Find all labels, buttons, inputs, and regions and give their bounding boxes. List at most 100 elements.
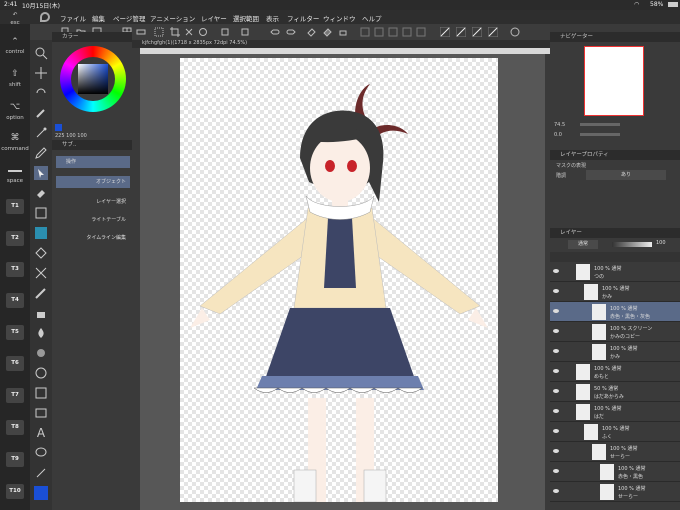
- fill-2-icon[interactable]: [322, 27, 332, 37]
- stamp-icon[interactable]: [338, 27, 348, 37]
- layer-visibility-eye-icon[interactable]: [553, 349, 559, 353]
- layer-row[interactable]: 100 % 通常 かみ: [550, 342, 680, 362]
- layer-row[interactable]: 100 % 通常 せーらー: [550, 442, 680, 462]
- layer-row[interactable]: 100 % 通常 はだ: [550, 402, 680, 422]
- snap-2-icon[interactable]: [374, 27, 384, 37]
- text-tool-icon[interactable]: A: [34, 426, 48, 440]
- layer-row[interactable]: 100 % 通常 めもと: [550, 362, 680, 382]
- menu-file[interactable]: ファイル: [60, 13, 86, 23]
- fill-icon[interactable]: [306, 27, 316, 37]
- canvas-tab[interactable]: kjfchgfgh(1)(1718 x 2835px 72dpi 74.5%): [142, 40, 247, 46]
- sub-tool-object[interactable]: オブジェクト: [56, 176, 130, 188]
- layer-row[interactable]: 100 % 通常 かみ: [550, 282, 680, 302]
- shift-key[interactable]: shift: [0, 82, 30, 88]
- opacity-slider[interactable]: [612, 242, 652, 247]
- correction-icon[interactable]: [34, 466, 48, 480]
- transform-2-icon[interactable]: [240, 27, 250, 37]
- t4-key[interactable]: T4: [6, 293, 24, 308]
- sub-tool-timeline[interactable]: タイムライン編集: [56, 232, 130, 244]
- opacity-value[interactable]: 100: [656, 240, 666, 246]
- layer-row[interactable]: 100 % 通常 赤色・黒色・灰色: [550, 302, 680, 322]
- zoom-value[interactable]: 74.5: [554, 122, 565, 128]
- display-select[interactable]: あり: [586, 170, 666, 180]
- menu-layer[interactable]: レイヤー: [201, 13, 227, 23]
- layer-move-icon[interactable]: [34, 206, 48, 220]
- eraser-icon[interactable]: [34, 186, 48, 200]
- t9-key[interactable]: T9: [6, 452, 24, 467]
- t7-key[interactable]: T7: [6, 388, 24, 403]
- ruler-snap-4-icon[interactable]: [488, 27, 498, 37]
- crop-icon[interactable]: [170, 27, 180, 37]
- zoom-tool-icon[interactable]: [34, 46, 48, 60]
- blend-tool-icon[interactable]: [34, 326, 48, 340]
- layer-visibility-eye-icon[interactable]: [553, 469, 559, 473]
- move-tool-icon[interactable]: [34, 66, 48, 80]
- balloon-icon[interactable]: [34, 406, 48, 420]
- layer-row[interactable]: 100 % スクリーン かみのコピー: [550, 322, 680, 342]
- t8-key[interactable]: T8: [6, 420, 24, 435]
- fill-tool-icon[interactable]: [34, 246, 48, 260]
- drawing-canvas[interactable]: [180, 58, 498, 503]
- layer-visibility-eye-icon[interactable]: [553, 389, 559, 393]
- navigator-preview[interactable]: [584, 46, 644, 116]
- menu-help[interactable]: ヘルプ: [362, 13, 382, 23]
- t2-key[interactable]: T2: [6, 231, 24, 246]
- option-key[interactable]: option: [0, 115, 30, 121]
- layer-visibility-eye-icon[interactable]: [553, 289, 559, 293]
- redo-icon[interactable]: [286, 27, 296, 37]
- menu-edit[interactable]: 編集: [92, 13, 105, 23]
- layer-row[interactable]: 100 % 通常 つの: [550, 262, 680, 282]
- t3-key[interactable]: T3: [6, 262, 24, 277]
- snap-icon[interactable]: [360, 27, 370, 37]
- snap-4-icon[interactable]: [402, 27, 412, 37]
- object-select-icon[interactable]: [34, 166, 48, 180]
- ruler-snap-2-icon[interactable]: [456, 27, 466, 37]
- magic-wand-icon[interactable]: [34, 126, 48, 140]
- t5-key[interactable]: T5: [6, 325, 24, 340]
- brush-icon[interactable]: [34, 306, 48, 320]
- layer-visibility-eye-icon[interactable]: [553, 449, 559, 453]
- menu-window[interactable]: ウィンドウ: [323, 13, 356, 23]
- sub-tool-operation[interactable]: 操作: [56, 156, 130, 168]
- ruler-snap-3-icon[interactable]: [472, 27, 482, 37]
- t10-key[interactable]: T10: [6, 484, 24, 499]
- snap-3-icon[interactable]: [388, 27, 398, 37]
- rotate-tool-icon[interactable]: [34, 86, 48, 100]
- menu-page[interactable]: ページ管理: [113, 13, 145, 23]
- t1-key[interactable]: T1: [6, 199, 24, 214]
- layer-row[interactable]: 100 % 通常 せーらー: [550, 482, 680, 502]
- layer-visibility-eye-icon[interactable]: [553, 489, 559, 493]
- saturation-value-square[interactable]: [78, 64, 108, 94]
- control-key[interactable]: control: [0, 49, 30, 55]
- menu-animation[interactable]: アニメーション: [150, 13, 195, 23]
- layer-visibility-eye-icon[interactable]: [553, 369, 559, 373]
- snap-5-icon[interactable]: [416, 27, 426, 37]
- airbrush-icon[interactable]: [34, 346, 48, 360]
- esc-key[interactable]: esc: [0, 20, 30, 26]
- angle-value[interactable]: 0.0: [554, 132, 562, 138]
- space-key[interactable]: space: [0, 178, 30, 184]
- main-color-swatch[interactable]: [34, 486, 48, 500]
- layer-row[interactable]: 100 % 通常 ふく: [550, 422, 680, 442]
- menu-selection[interactable]: 選択範囲: [233, 13, 259, 23]
- selection-icon[interactable]: [154, 27, 164, 37]
- figure-tool-icon[interactable]: [34, 266, 48, 280]
- t6-key[interactable]: T6: [6, 356, 24, 371]
- eyedropper-icon[interactable]: [34, 106, 48, 120]
- app-logo-icon[interactable]: [40, 12, 50, 22]
- sub-tool-layer-select[interactable]: レイヤー選択: [56, 196, 130, 208]
- layer-visibility-eye-icon[interactable]: [553, 429, 559, 433]
- sub-tool-light-table[interactable]: ライトテーブル: [56, 214, 130, 226]
- pencil-icon[interactable]: [34, 286, 48, 300]
- speech-balloon-icon[interactable]: [34, 446, 48, 460]
- transform-icon[interactable]: [220, 27, 230, 37]
- layer-visibility-eye-icon[interactable]: [553, 269, 559, 273]
- layer-row[interactable]: 100 % 通常 赤色・黒色: [550, 462, 680, 482]
- color-blend-icon[interactable]: [34, 226, 48, 240]
- current-color-chip[interactable]: [55, 124, 62, 131]
- blend-mode-select[interactable]: 通常: [568, 240, 598, 249]
- layer-visibility-eye-icon[interactable]: [553, 409, 559, 413]
- menu-filter[interactable]: フィルター: [287, 13, 319, 23]
- share-icon[interactable]: [510, 27, 520, 37]
- zoom-slider[interactable]: [580, 123, 620, 126]
